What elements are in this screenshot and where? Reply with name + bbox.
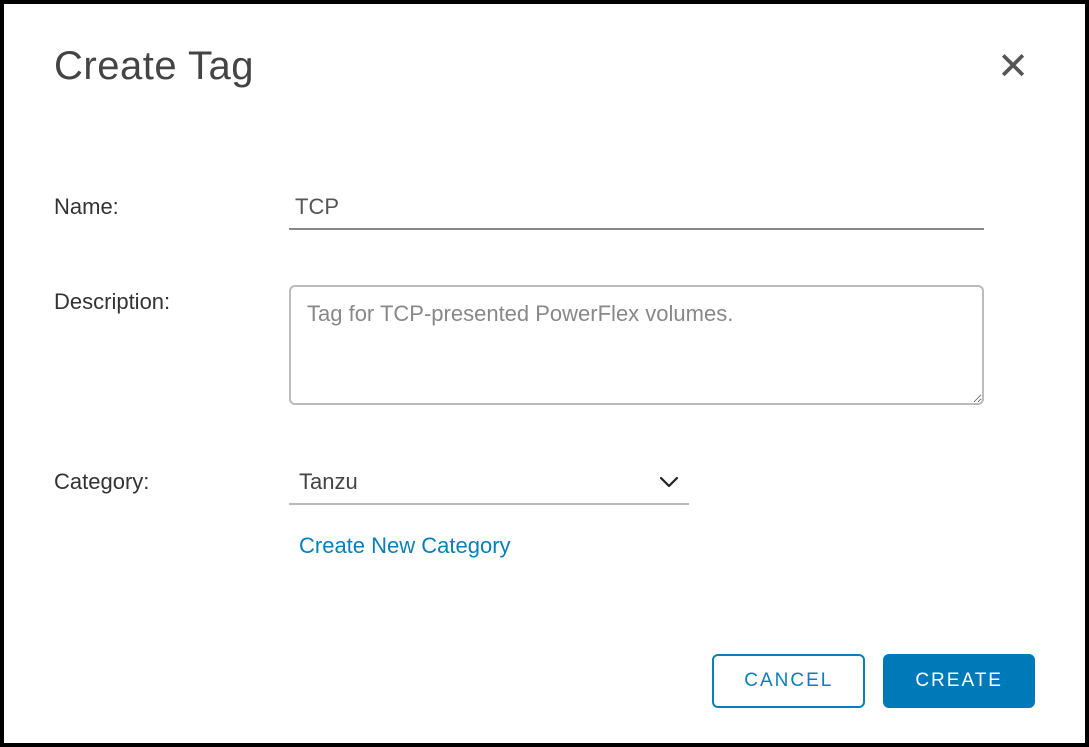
chevron-down-icon [659,475,679,489]
dialog-header: Create Tag ✕ [54,44,1035,90]
category-control: Tanzu Create New Category [289,465,1035,559]
create-button[interactable]: CREATE [883,654,1035,708]
create-tag-dialog: Create Tag ✕ Name: Description: Tag for … [0,0,1089,747]
name-input[interactable] [289,190,984,230]
name-control [289,190,1035,230]
dialog-title: Create Tag [54,44,254,89]
category-label: Category: [54,465,289,495]
description-label: Description: [54,285,289,315]
name-row: Name: [54,190,1035,230]
name-label: Name: [54,190,289,220]
category-select[interactable]: Tanzu [289,465,689,505]
category-selected-value: Tanzu [299,469,659,495]
create-new-category-link[interactable]: Create New Category [299,533,511,559]
description-row: Description: Tag for TCP-presented Power… [54,285,1035,410]
close-icon[interactable]: ✕ [991,44,1035,90]
form-body: Name: Description: Tag for TCP-presented… [54,190,1035,654]
description-control: Tag for TCP-presented PowerFlex volumes. [289,285,1035,410]
dialog-footer: CANCEL CREATE [54,654,1035,708]
cancel-button[interactable]: CANCEL [712,654,865,708]
category-row: Category: Tanzu Create New Category [54,465,1035,559]
description-textarea[interactable]: Tag for TCP-presented PowerFlex volumes. [289,285,984,405]
